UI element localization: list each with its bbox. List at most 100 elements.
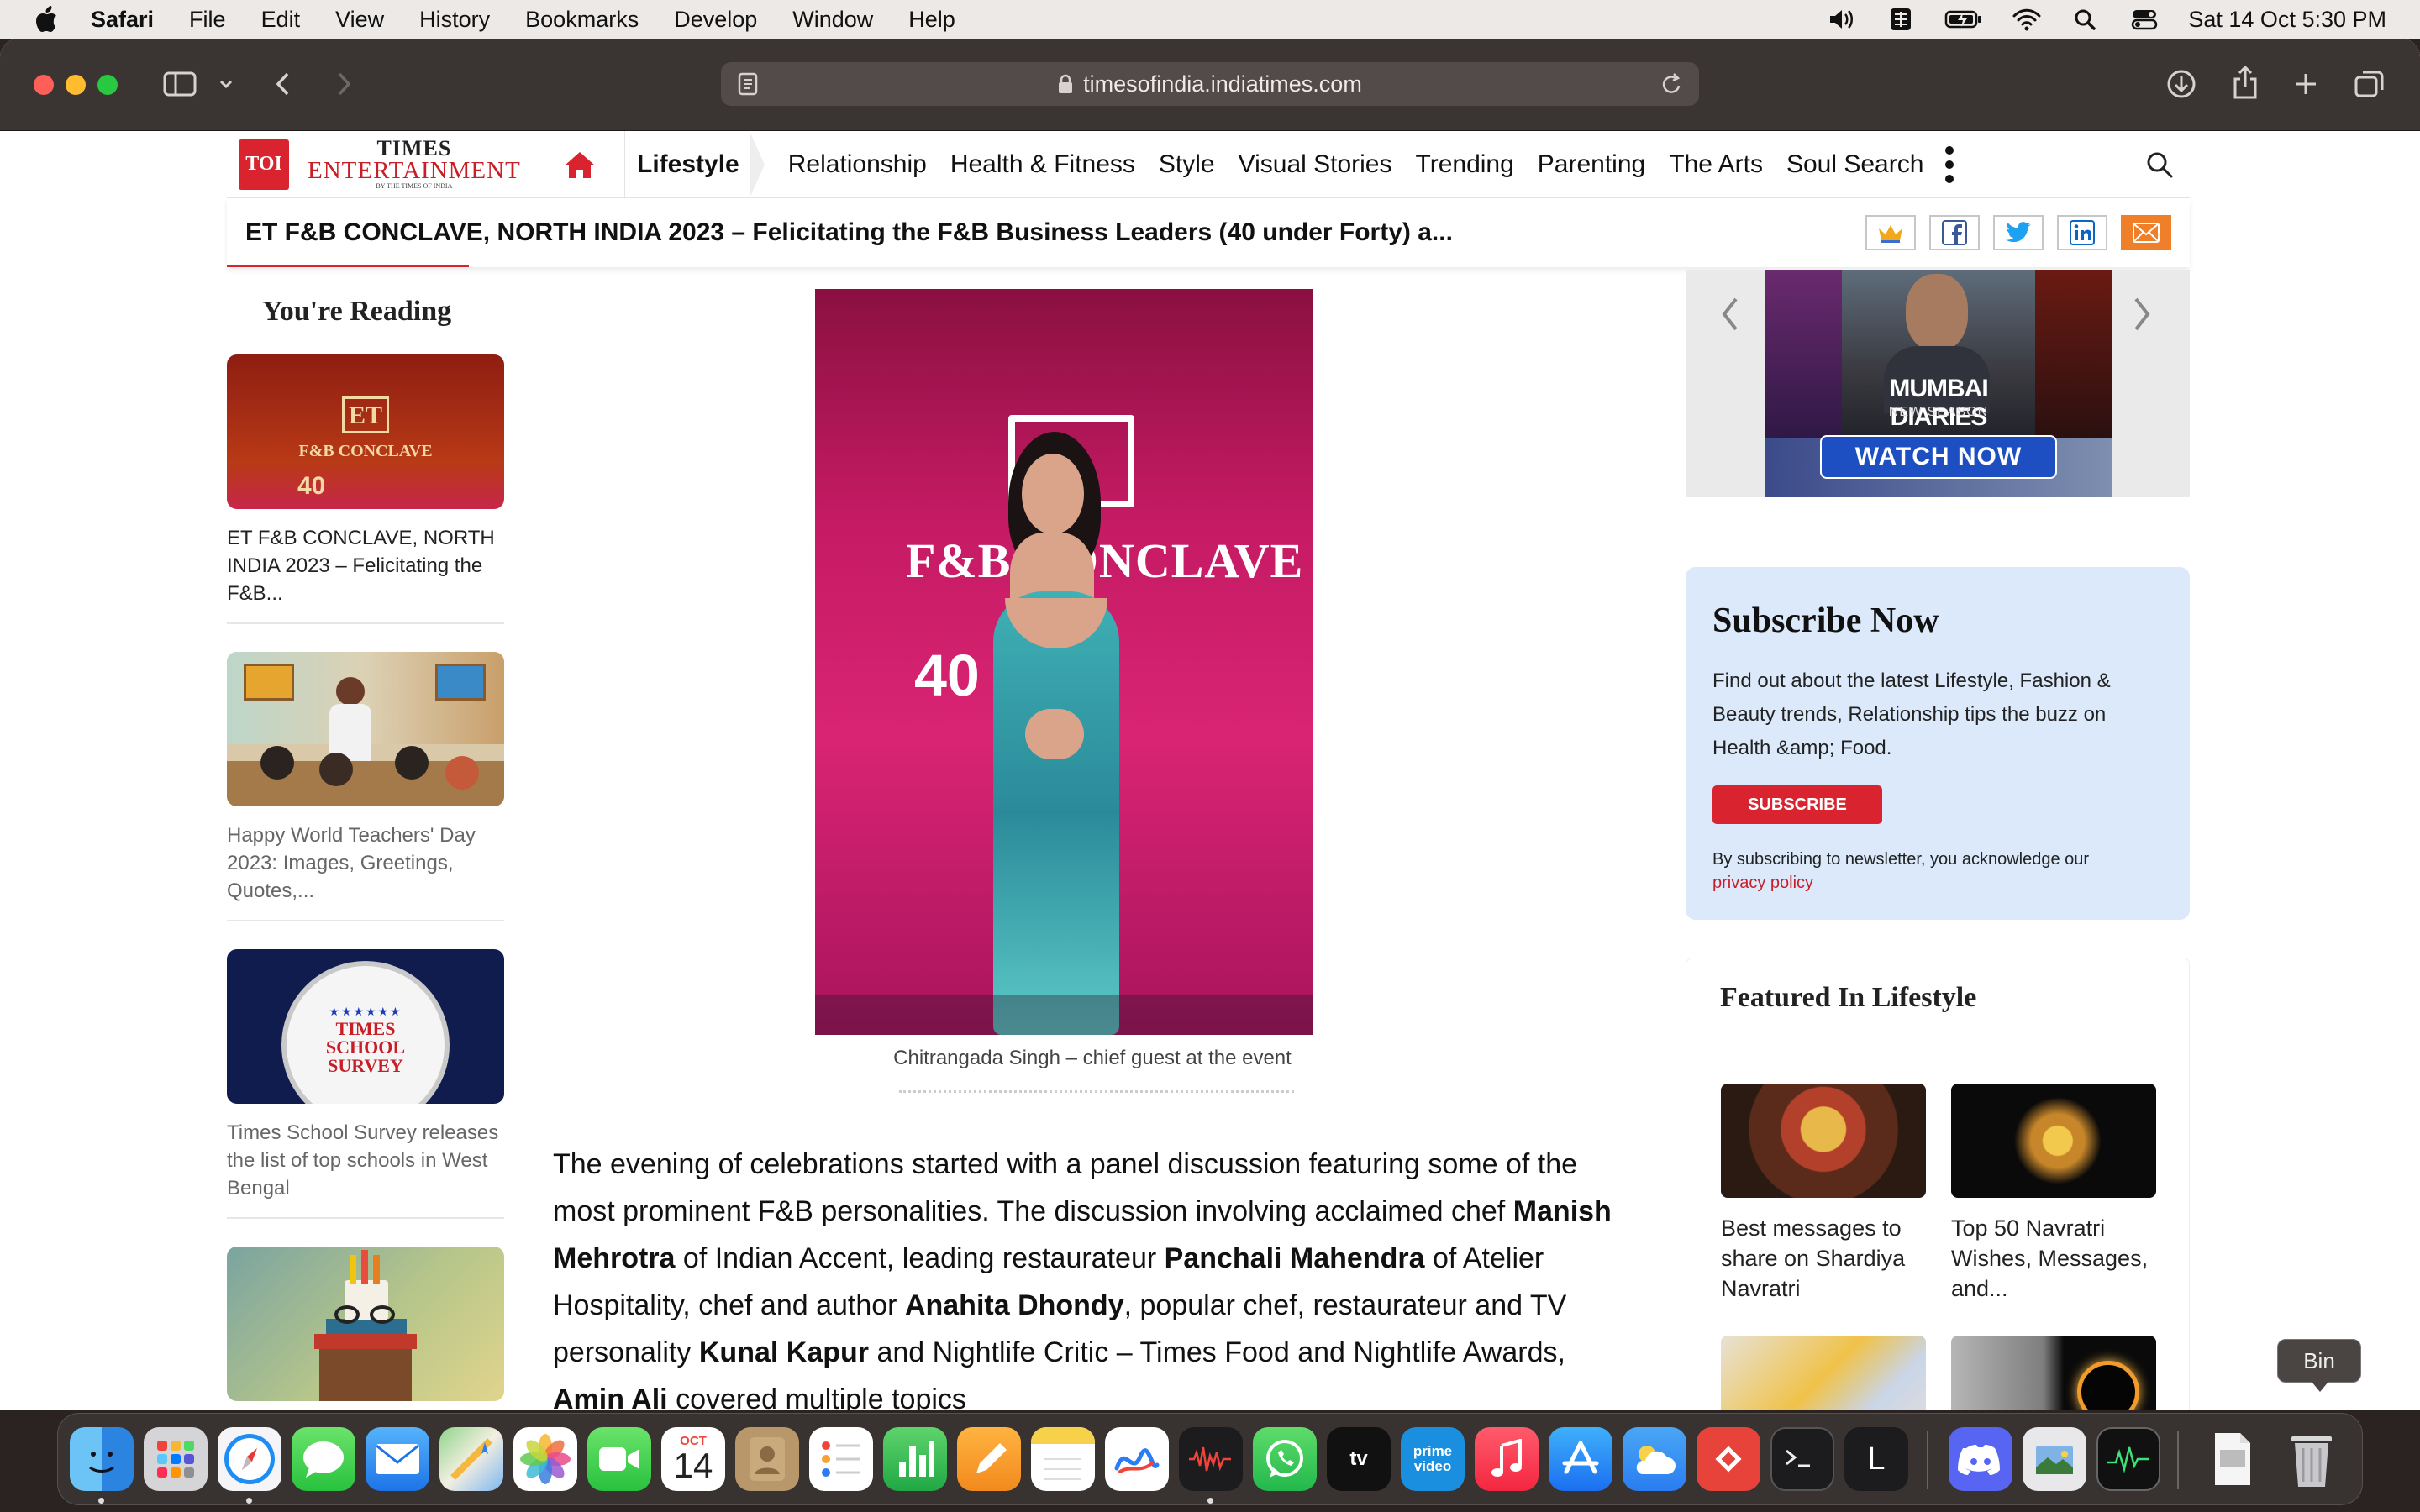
maps-icon[interactable] xyxy=(439,1427,503,1491)
more-vertical-icon[interactable] xyxy=(1944,145,1955,183)
apple-logo-icon[interactable] xyxy=(34,5,59,34)
privacy-policy-link[interactable]: privacy policy xyxy=(1712,871,2163,895)
address-bar[interactable]: timesofindia.indiatimes.com xyxy=(721,62,1699,106)
forward-icon[interactable] xyxy=(331,67,356,101)
reload-icon[interactable] xyxy=(1660,71,1684,97)
featured-card-image[interactable] xyxy=(1721,1336,1926,1410)
menu-develop[interactable]: Develop xyxy=(674,7,757,33)
menu-edit[interactable]: Edit xyxy=(261,7,301,33)
facetime-icon[interactable] xyxy=(587,1427,651,1491)
terminal-icon[interactable] xyxy=(1770,1427,1834,1491)
nav-health-fitness[interactable]: Health & Fitness xyxy=(950,150,1135,179)
featured-card[interactable]: Top 50 Navratri Wishes, Messages, and... xyxy=(1951,1084,2156,1304)
menu-bookmarks[interactable]: Bookmarks xyxy=(525,7,639,33)
minimize-window-button[interactable] xyxy=(66,75,86,95)
activity-monitor-icon[interactable] xyxy=(2096,1427,2160,1491)
prime-video-icon[interactable]: prime video xyxy=(1401,1427,1465,1491)
reading-card-thumbnail[interactable] xyxy=(227,1247,504,1401)
document-icon[interactable] xyxy=(2201,1427,2265,1491)
reading-card-title[interactable]: Happy World Teachers' Day 2023: Images, … xyxy=(227,822,504,905)
reading-card[interactable]: ★★★★★★ TIMES SCHOOL SURVEY Times School … xyxy=(227,949,504,1219)
calendar-icon[interactable]: OCT 14 xyxy=(661,1427,725,1491)
reading-card[interactable]: ET F&B CONCLAVE 40 ET F&B CONCLAVE, NORT… xyxy=(227,354,504,624)
sticky-headline[interactable]: ET F&B CONCLAVE, NORTH INDIA 2023 – Feli… xyxy=(245,218,1453,247)
tab-overview-icon[interactable] xyxy=(2353,67,2386,101)
reading-card-thumbnail[interactable]: ET F&B CONCLAVE 40 xyxy=(227,354,504,509)
zoom-window-button[interactable] xyxy=(97,75,118,95)
menu-view[interactable]: View xyxy=(335,7,384,33)
music-icon[interactable] xyxy=(1475,1427,1539,1491)
volume-icon[interactable] xyxy=(1827,7,1857,32)
menu-clock[interactable]: Sat 14 Oct 5:30 PM xyxy=(2188,7,2386,33)
featured-card-image[interactable] xyxy=(1721,1084,1926,1198)
freeform-icon[interactable] xyxy=(1105,1427,1169,1491)
battery-icon[interactable] xyxy=(1944,7,1983,32)
new-tab-icon[interactable] xyxy=(2291,69,2321,99)
reader-view-icon[interactable] xyxy=(738,72,758,96)
nav-the-arts[interactable]: The Arts xyxy=(1669,150,1763,179)
keyboard-input-icon[interactable] xyxy=(1886,7,1916,32)
app-store-icon[interactable] xyxy=(1549,1427,1612,1491)
reading-card-thumbnail[interactable] xyxy=(227,652,504,806)
featured-card-image[interactable] xyxy=(1951,1336,2156,1410)
url-text[interactable]: timesofindia.indiatimes.com xyxy=(1083,71,1362,97)
numbers-icon[interactable] xyxy=(883,1427,947,1491)
nav-relationship[interactable]: Relationship xyxy=(788,150,927,179)
featured-card[interactable]: Best messages to share on Shardiya Navra… xyxy=(1721,1084,1926,1304)
safari-icon[interactable] xyxy=(218,1427,281,1491)
nav-trending[interactable]: Trending xyxy=(1416,150,1514,179)
discord-icon[interactable] xyxy=(1949,1427,2012,1491)
menu-history[interactable]: History xyxy=(419,7,490,33)
trash-icon[interactable] xyxy=(2280,1427,2344,1491)
photos-icon[interactable] xyxy=(513,1427,577,1491)
ad-watch-now-button[interactable]: WATCH NOW xyxy=(1820,435,2057,479)
whatsapp-icon[interactable] xyxy=(1253,1427,1317,1491)
launchpad-icon[interactable] xyxy=(144,1427,208,1491)
advertisement-carousel[interactable]: MUMBAI DIARIES NEW SEASON WATCH NOW xyxy=(1686,270,2190,497)
menu-window[interactable]: Window xyxy=(792,7,873,33)
subscribe-button[interactable]: SUBSCRIBE xyxy=(1712,785,1882,824)
back-icon[interactable] xyxy=(271,67,296,101)
chevron-down-icon[interactable] xyxy=(217,72,235,96)
menu-help[interactable]: Help xyxy=(908,7,955,33)
sidebar-toggle-icon[interactable] xyxy=(161,69,198,99)
share-icon[interactable] xyxy=(2230,64,2260,101)
spotlight-search-icon[interactable] xyxy=(2070,7,2101,32)
reminders-icon[interactable] xyxy=(809,1427,873,1491)
anydesk-icon[interactable] xyxy=(1697,1427,1760,1491)
l-app-icon[interactable]: L xyxy=(1844,1427,1908,1491)
reading-card[interactable]: Happy World Teachers' Day 2023: Images, … xyxy=(227,652,504,921)
nav-style[interactable]: Style xyxy=(1159,150,1215,179)
reading-card-thumbnail[interactable]: ★★★★★★ TIMES SCHOOL SURVEY xyxy=(227,949,504,1104)
site-logo[interactable]: TOI TIMES ENTERTAINMENT BY THE TIMES OF … xyxy=(227,131,534,198)
featured-card-image[interactable] xyxy=(1951,1084,2156,1198)
voice-memos-icon[interactable] xyxy=(1179,1427,1243,1491)
preview-icon[interactable] xyxy=(2023,1427,2086,1491)
downloads-icon[interactable] xyxy=(2165,67,2198,101)
reading-card-title[interactable]: Times School Survey releases the list of… xyxy=(227,1119,504,1202)
reading-card[interactable] xyxy=(227,1247,504,1410)
carousel-prev-icon[interactable] xyxy=(1719,294,1744,336)
nav-parenting[interactable]: Parenting xyxy=(1538,150,1645,179)
featured-card[interactable] xyxy=(1951,1336,2156,1410)
menu-app-name[interactable]: Safari xyxy=(91,7,154,33)
nav-visual-stories[interactable]: Visual Stories xyxy=(1239,150,1392,179)
pages-icon[interactable] xyxy=(957,1427,1021,1491)
linkedin-icon[interactable] xyxy=(2057,215,2107,250)
apple-tv-icon[interactable]: tv xyxy=(1327,1427,1391,1491)
search-icon[interactable] xyxy=(2128,131,2190,198)
crown-icon[interactable] xyxy=(1865,215,1916,250)
section-lifestyle[interactable]: Lifestyle xyxy=(625,131,765,198)
reading-card-title[interactable]: ET F&B CONCLAVE, NORTH INDIA 2023 – Feli… xyxy=(227,524,504,607)
featured-card[interactable] xyxy=(1721,1336,1926,1410)
featured-card-title[interactable]: Best messages to share on Shardiya Navra… xyxy=(1721,1213,1926,1304)
control-center-icon[interactable] xyxy=(2129,7,2160,32)
finder-icon[interactable] xyxy=(70,1427,134,1491)
menu-file[interactable]: File xyxy=(189,7,226,33)
email-icon[interactable] xyxy=(2121,215,2171,250)
close-window-button[interactable] xyxy=(34,75,54,95)
home-icon[interactable] xyxy=(534,131,625,198)
twitter-icon[interactable] xyxy=(1993,215,2044,250)
featured-card-title[interactable]: Top 50 Navratri Wishes, Messages, and... xyxy=(1951,1213,2156,1304)
carousel-next-icon[interactable] xyxy=(2131,294,2156,336)
